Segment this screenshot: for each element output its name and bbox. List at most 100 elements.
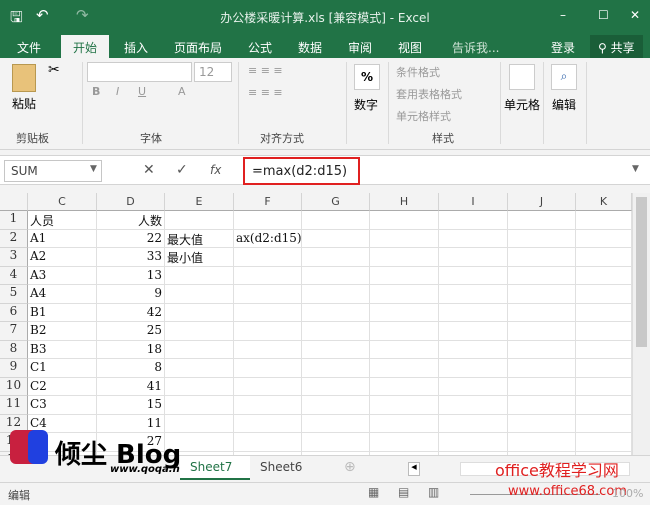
cell[interactable] (234, 211, 302, 230)
underline-icon[interactable]: U (138, 85, 146, 98)
row-header[interactable]: 3 (0, 248, 28, 267)
cell[interactable] (576, 414, 632, 433)
cells-icon[interactable] (509, 64, 535, 90)
cell[interactable] (302, 340, 370, 359)
row-header[interactable]: 1 (0, 211, 28, 230)
cell[interactable] (576, 266, 632, 285)
cell[interactable]: 最大值 (165, 229, 234, 248)
cell[interactable] (370, 266, 439, 285)
percent-icon[interactable]: % (354, 64, 380, 90)
cell[interactable] (576, 248, 632, 267)
cell[interactable] (370, 248, 439, 267)
cell[interactable]: 25 (97, 322, 165, 341)
cancel-icon[interactable]: ✕ (143, 162, 155, 178)
paste-icon[interactable] (12, 64, 36, 92)
cell[interactable] (234, 414, 302, 433)
cell[interactable] (234, 359, 302, 378)
cell[interactable] (439, 285, 508, 304)
align-h-icon[interactable]: ≡ ≡ ≡ (248, 86, 283, 99)
cell[interactable] (576, 359, 632, 378)
cell[interactable]: 最小值 (165, 248, 234, 267)
cell[interactable] (439, 322, 508, 341)
cell[interactable] (576, 322, 632, 341)
cell[interactable] (439, 433, 508, 452)
scroll-thumb[interactable] (636, 197, 647, 347)
cell[interactable] (234, 285, 302, 304)
column-header[interactable]: I (439, 193, 508, 211)
cell[interactable] (439, 377, 508, 396)
cell[interactable] (370, 359, 439, 378)
cell[interactable] (439, 414, 508, 433)
column-header[interactable]: J (508, 193, 576, 211)
cell[interactable] (234, 433, 302, 452)
sheet-tab-sheet7[interactable]: Sheet7 (180, 456, 250, 480)
editing-button[interactable]: 编辑 (552, 96, 576, 113)
conditional-format-button[interactable]: 条件格式 (396, 64, 440, 80)
cell[interactable] (370, 229, 439, 248)
column-header[interactable]: G (302, 193, 370, 211)
cut-icon[interactable]: ✂ (48, 62, 60, 78)
name-box[interactable]: SUM (4, 160, 102, 182)
cell[interactable] (439, 229, 508, 248)
cell[interactable] (302, 433, 370, 452)
column-header[interactable]: H (370, 193, 439, 211)
row-header[interactable]: 6 (0, 303, 28, 322)
number-button[interactable]: 数字 (354, 96, 378, 113)
cell[interactable] (234, 266, 302, 285)
column-header[interactable]: D (97, 193, 165, 211)
cell[interactable]: B2 (28, 322, 97, 341)
share-button[interactable]: ⚲ 共享 (590, 35, 643, 58)
cell[interactable]: A2 (28, 248, 97, 267)
cell[interactable] (576, 433, 632, 452)
cell[interactable] (165, 396, 234, 415)
cell[interactable] (439, 211, 508, 230)
cell[interactable]: 42 (97, 303, 165, 322)
cell[interactable] (302, 211, 370, 230)
cell[interactable] (302, 266, 370, 285)
cell[interactable] (508, 285, 576, 304)
cell[interactable]: 13 (97, 266, 165, 285)
cell[interactable] (508, 211, 576, 230)
cell[interactable] (576, 229, 632, 248)
cell[interactable] (576, 377, 632, 396)
fx-icon[interactable]: fx (210, 163, 221, 177)
close-icon[interactable]: ✕ (630, 8, 640, 22)
cell[interactable] (439, 359, 508, 378)
tab-home[interactable]: 开始 (61, 35, 110, 58)
cell[interactable] (165, 266, 234, 285)
page-break-view-icon[interactable]: ▥ (428, 485, 439, 499)
spreadsheet-grid[interactable]: C D E F G H I J K 1 人员 人数 2 A1 22 最大值 ax(d2:d15) 3 A2 33 最小值… (0, 193, 632, 455)
cell[interactable] (508, 340, 576, 359)
row-header[interactable]: 10 (0, 377, 28, 396)
cell[interactable]: C3 (28, 396, 97, 415)
table-format-button[interactable]: 套用表格格式 (396, 86, 462, 102)
cell[interactable] (234, 377, 302, 396)
cell[interactable] (370, 211, 439, 230)
cell-style-button[interactable]: 单元格样式 (396, 108, 451, 124)
cell[interactable] (302, 322, 370, 341)
cell[interactable] (439, 248, 508, 267)
tab-view[interactable]: 视图 (398, 39, 422, 56)
cell[interactable] (234, 248, 302, 267)
tell-me[interactable]: 告诉我... (452, 39, 499, 56)
cell[interactable] (508, 303, 576, 322)
cell[interactable]: 15 (97, 396, 165, 415)
cell[interactable] (508, 248, 576, 267)
cell[interactable] (302, 303, 370, 322)
row-header[interactable]: 8 (0, 340, 28, 359)
cell[interactable] (508, 266, 576, 285)
cell[interactable] (370, 340, 439, 359)
cell[interactable]: A4 (28, 285, 97, 304)
cell[interactable]: 人员 (28, 211, 97, 230)
minimize-icon[interactable]: – (560, 8, 566, 22)
cell[interactable] (576, 340, 632, 359)
maximize-icon[interactable]: ☐ (598, 8, 609, 22)
column-header[interactable]: F (234, 193, 302, 211)
cell[interactable] (576, 396, 632, 415)
cell[interactable]: 41 (97, 377, 165, 396)
cell[interactable] (370, 322, 439, 341)
cell[interactable] (508, 359, 576, 378)
cell[interactable] (165, 285, 234, 304)
cell[interactable] (302, 377, 370, 396)
cell[interactable] (439, 340, 508, 359)
